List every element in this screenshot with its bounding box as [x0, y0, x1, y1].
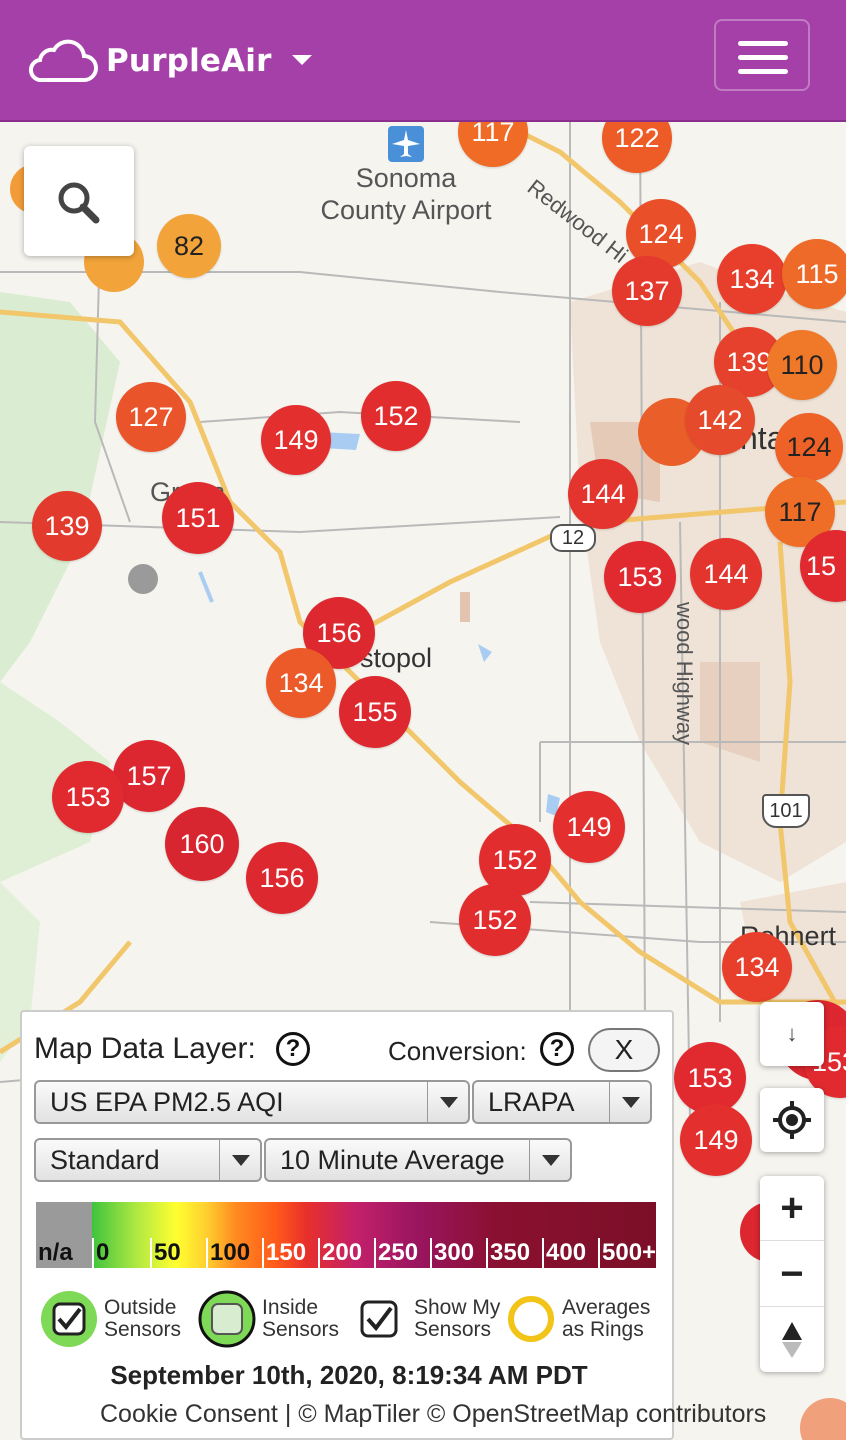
data-timestamp: September 10th, 2020, 8:19:34 AM PDT — [110, 1360, 588, 1390]
chevron-down-icon — [427, 1082, 468, 1122]
scale-label: 150 — [262, 1238, 320, 1268]
scale-label: 50 — [150, 1238, 208, 1268]
scale-label: 300 — [430, 1238, 488, 1268]
sensor-marker[interactable]: 142 — [685, 385, 755, 455]
sensor-marker[interactable]: 152 — [459, 884, 531, 956]
highway-12-shield: 12 — [550, 524, 596, 552]
zoom-in-button[interactable]: + — [760, 1176, 824, 1241]
conversion-value: LRAPA — [488, 1087, 575, 1117]
sensor-marker[interactable]: 82 — [157, 214, 221, 278]
conversion-select[interactable]: LRAPA — [472, 1080, 652, 1124]
sensor-marker[interactable]: 134 — [717, 244, 787, 314]
search-icon — [58, 182, 100, 224]
purpleair-logo[interactable]: PurpleAir — [28, 38, 272, 84]
download-button[interactable]: ↓ — [760, 1002, 824, 1066]
sensor-marker[interactable]: 149 — [553, 791, 625, 863]
sensor-marker[interactable]: 155 — [339, 676, 411, 748]
sensor-marker[interactable]: 153 — [604, 541, 676, 613]
aqi-color-scale: n/a 0 50 100 150 200 250 300 350 400 500… — [36, 1202, 656, 1268]
highway-101-shield: 101 — [762, 794, 810, 828]
average-select[interactable]: 10 Minute Average — [264, 1138, 572, 1182]
inside-sensors-label: Inside Sensors — [262, 1296, 340, 1341]
cloud-icon — [29, 39, 98, 83]
show-my-sensors-checkbox[interactable]: Show My Sensors — [350, 1290, 500, 1348]
sensor-marker[interactable]: 160 — [165, 807, 239, 881]
scale-label: 350 — [486, 1238, 544, 1268]
airport-icon — [388, 126, 424, 162]
sensor-marker[interactable]: 149 — [261, 405, 331, 475]
chevron-down-icon — [609, 1082, 650, 1122]
data-layer-value: US EPA PM2.5 AQI — [50, 1087, 284, 1117]
unchecked-checkbox-icon — [198, 1290, 256, 1348]
sensor-marker[interactable]: 115 — [782, 239, 846, 309]
map-data-layer-panel: Map Data Layer: ? Conversion: ? X US EPA… — [20, 1010, 674, 1440]
scale-label: 250 — [374, 1238, 432, 1268]
sensor-marker[interactable]: 152 — [361, 381, 431, 451]
scale-label: 200 — [318, 1238, 376, 1268]
sensor-marker[interactable]: 153 — [674, 1042, 746, 1114]
sensor-marker[interactable]: 151 — [162, 482, 234, 554]
menu-bar-icon — [738, 69, 788, 74]
sensor-marker[interactable]: 127 — [116, 382, 186, 452]
zoom-out-button[interactable]: − — [760, 1242, 824, 1307]
average-value: 10 Minute Average — [280, 1145, 505, 1175]
sensor-marker[interactable]: 153 — [52, 761, 124, 833]
sensor-marker[interactable]: 144 — [690, 538, 762, 610]
show-my-sensors-label: Show My Sensors — [414, 1296, 501, 1341]
scale-label: n/a — [38, 1239, 73, 1266]
scale-label: 100 — [206, 1238, 264, 1268]
place-label-airport: Sonoma County Airport — [320, 163, 492, 225]
scale-label: 500+ — [598, 1238, 658, 1268]
scale-label: 400 — [542, 1238, 600, 1268]
inside-sensors-checkbox[interactable]: Inside Sensors — [198, 1290, 339, 1348]
data-layer-select[interactable]: US EPA PM2.5 AQI — [34, 1080, 470, 1124]
help-icon[interactable]: ? — [276, 1032, 310, 1066]
conversion-label: Conversion: — [388, 1036, 527, 1066]
sensor-marker[interactable]: 144 — [568, 459, 638, 529]
sensor-marker[interactable]: 137 — [612, 256, 682, 326]
sensor-offline-dot[interactable] — [128, 564, 158, 594]
compass-arrow-icon — [782, 1322, 802, 1358]
sensor-marker[interactable]: 157 — [113, 740, 185, 812]
standard-select[interactable]: Standard — [34, 1138, 262, 1182]
standard-value: Standard — [50, 1145, 160, 1175]
brand-dropdown-caret-icon[interactable] — [292, 55, 312, 65]
map-attribution[interactable]: Cookie Consent | © MapTiler © OpenStreet… — [100, 1400, 766, 1429]
chevron-down-icon — [529, 1140, 570, 1180]
sensor-marker[interactable]: 134 — [266, 648, 336, 718]
crosshair-target-icon — [773, 1101, 811, 1139]
search-button[interactable] — [24, 146, 134, 256]
hamburger-menu-button[interactable] — [714, 19, 810, 91]
averages-as-rings-label: Averages as Rings — [562, 1296, 651, 1341]
menu-bar-icon — [738, 55, 788, 60]
sensor-marker[interactable]: 139 — [32, 491, 102, 561]
conversion-help-icon[interactable]: ? — [540, 1032, 574, 1066]
averages-as-rings-checkbox[interactable]: Averages as Rings — [506, 1290, 650, 1348]
sensor-marker[interactable]: 134 — [722, 932, 792, 1002]
sensor-marker[interactable]: 149 — [680, 1104, 752, 1176]
compass-reset-button[interactable] — [760, 1308, 824, 1372]
chevron-down-icon — [219, 1140, 260, 1180]
brand-name: PurpleAir — [106, 43, 272, 79]
road-label-redwood-highway-south: wood Highway — [672, 602, 697, 746]
checked-checkbox-icon — [41, 1291, 97, 1347]
ring-icon — [508, 1296, 554, 1342]
close-panel-button[interactable]: X — [588, 1028, 660, 1072]
zoom-controls: + − — [760, 1176, 824, 1372]
top-nav-bar: PurpleAir — [0, 0, 846, 122]
menu-bar-icon — [738, 41, 788, 46]
checked-checkbox-icon — [360, 1300, 398, 1338]
map-data-layer-label: Map Data Layer: — [34, 1032, 256, 1065]
outside-sensors-label: Outside Sensors — [104, 1296, 182, 1341]
outside-sensors-checkbox[interactable]: Outside Sensors — [40, 1290, 181, 1348]
sensor-marker[interactable]: 110 — [767, 330, 837, 400]
locate-me-button[interactable] — [760, 1088, 824, 1152]
sensor-marker[interactable]: 124 — [775, 413, 843, 481]
sensor-marker[interactable]: 156 — [246, 842, 318, 914]
scale-label: 0 — [92, 1238, 150, 1268]
